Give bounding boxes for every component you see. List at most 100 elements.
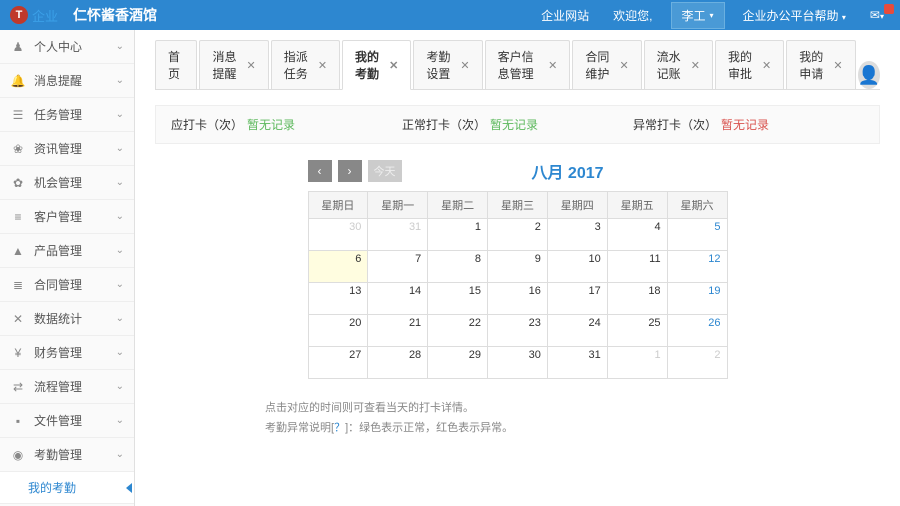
nav-item-8[interactable]: ✕数据统计⌄ (0, 302, 134, 336)
nav-item-6[interactable]: ▲产品管理⌄ (0, 234, 134, 268)
nav-item-11[interactable]: ▪文件管理⌄ (0, 404, 134, 438)
today-button[interactable]: 今天 (368, 160, 402, 182)
nav-item-3[interactable]: ❀资讯管理⌄ (0, 132, 134, 166)
calendar-day[interactable]: 29 (428, 347, 488, 379)
next-month-button[interactable]: › (338, 160, 362, 182)
close-icon[interactable]: ✕ (691, 59, 700, 72)
calendar-day[interactable]: 23 (488, 315, 548, 347)
nav-label: 资讯管理 (34, 140, 116, 157)
tab[interactable]: 我的申请 ✕ (786, 40, 855, 89)
calendar-day[interactable]: 12 (667, 251, 727, 283)
calendar-day[interactable]: 31 (368, 219, 428, 251)
calendar-day[interactable]: 20 (308, 315, 368, 347)
calendar-day[interactable]: 18 (607, 283, 667, 315)
calendar-day[interactable]: 4 (607, 219, 667, 251)
header-links: 企业网站 欢迎您, 李工▾ 企业办公平台帮助 ▾ ✉▾ (535, 2, 890, 29)
calendar-day[interactable]: 31 (547, 347, 607, 379)
calendar-day[interactable]: 30 (488, 347, 548, 379)
calendar-day[interactable]: 10 (547, 251, 607, 283)
calendar-day[interactable]: 26 (667, 315, 727, 347)
calendar-day[interactable]: 14 (368, 283, 428, 315)
staff-dropdown[interactable]: 李工▾ (671, 2, 725, 29)
calendar-day[interactable]: 17 (547, 283, 607, 315)
close-icon[interactable]: ✕ (548, 59, 557, 72)
calendar-day[interactable]: 1 (428, 219, 488, 251)
calendar-day[interactable]: 19 (667, 283, 727, 315)
nav-label: 数据统计 (34, 310, 116, 327)
tab[interactable]: 指派任务✕ (271, 40, 340, 89)
tab[interactable]: 首页 (155, 40, 197, 89)
nav-item-7[interactable]: ≣合同管理⌄ (0, 268, 134, 302)
tab-label: 流水记账 (657, 48, 685, 82)
calendar-day[interactable]: 1 (607, 347, 667, 379)
sub-item-0[interactable]: 我的考勤 (0, 472, 134, 504)
close-icon[interactable]: ✕ (247, 59, 256, 72)
tab[interactable]: 考勤设置✕ (413, 40, 482, 89)
calendar-day[interactable]: 5 (667, 219, 727, 251)
calendar-day[interactable]: 3 (547, 219, 607, 251)
nav-item-9[interactable]: ¥财务管理⌄ (0, 336, 134, 370)
calendar-day[interactable]: 28 (368, 347, 428, 379)
calendar-day[interactable]: 30 (308, 219, 368, 251)
calendar-day[interactable]: 16 (488, 283, 548, 315)
tab[interactable]: 我的考勤 ✕ (342, 40, 411, 90)
nav-item-4[interactable]: ✿机会管理⌄ (0, 166, 134, 200)
chevron-down-icon: ⌄ (116, 75, 124, 86)
app-title: 仁怀酱香酒馆 (73, 5, 535, 25)
calendar-day[interactable]: 21 (368, 315, 428, 347)
close-icon[interactable]: ✕ (318, 59, 327, 72)
prev-month-button[interactable]: ‹ (308, 160, 332, 182)
calendar-grid: 星期日星期一星期二星期三星期四星期五星期六 303112345678910111… (308, 191, 728, 379)
nav-icon: ✿ (10, 176, 26, 190)
help-question-icon[interactable]: ？ (334, 422, 345, 434)
close-icon[interactable]: ✕ (460, 59, 469, 72)
nav-item-10[interactable]: ⇄流程管理⌄ (0, 370, 134, 404)
logo-brand: 企业 (32, 6, 58, 25)
tab-label: 首页 (168, 48, 184, 82)
calendar-day[interactable]: 11 (607, 251, 667, 283)
calendar-day[interactable]: 2 (488, 219, 548, 251)
tab[interactable]: 客户信息管理✕ (485, 40, 571, 89)
tab-label: 我的考勤 (355, 48, 383, 82)
tab[interactable]: 我的审批✕ (715, 40, 784, 89)
calendar-day[interactable]: 24 (547, 315, 607, 347)
nav-item-1[interactable]: 🔔消息提醒⌄ (0, 64, 134, 98)
close-icon[interactable]: ✕ (762, 59, 771, 72)
calendar-day[interactable]: 6 (308, 251, 368, 283)
nav-item-12[interactable]: ◉考勤管理⌄ (0, 438, 134, 472)
nav-icon: ⇄ (10, 380, 26, 394)
tab[interactable]: 流水记账 ✕ (644, 40, 713, 89)
link-enterprise-site[interactable]: 企业网站 (535, 7, 595, 24)
calendar-day[interactable]: 2 (667, 347, 727, 379)
nav-icon: ≣ (10, 278, 26, 292)
tab[interactable]: 合同维护✕ (572, 40, 641, 89)
calendar-day[interactable]: 15 (428, 283, 488, 315)
calendar-day[interactable]: 25 (607, 315, 667, 347)
nav-item-2[interactable]: ☰任务管理⌄ (0, 98, 134, 132)
stat-normal: 正常打卡（次）暂无记录 (402, 116, 633, 133)
calendar-day[interactable]: 27 (308, 347, 368, 379)
close-icon[interactable]: ✕ (833, 59, 842, 72)
calendar-day[interactable]: 7 (368, 251, 428, 283)
calendar-day[interactable]: 8 (428, 251, 488, 283)
link-help[interactable]: 企业办公平台帮助 ▾ (737, 7, 852, 24)
weekday-header: 星期五 (607, 192, 667, 219)
calendar-day[interactable]: 13 (308, 283, 368, 315)
nav-item-0[interactable]: ♟个人中心⌄ (0, 30, 134, 64)
tab[interactable]: 消息提醒✕ (199, 40, 268, 89)
nav-icon: ▪ (10, 414, 26, 428)
nav-item-5[interactable]: ≡客户管理⌄ (0, 200, 134, 234)
close-icon[interactable]: ✕ (619, 59, 628, 72)
nav-label: 客户管理 (34, 208, 116, 225)
tab-label: 我的申请 (799, 48, 827, 82)
calendar-day[interactable]: 9 (488, 251, 548, 283)
chevron-down-icon: ⌄ (116, 381, 124, 392)
chevron-down-icon: ⌄ (116, 41, 124, 52)
avatar[interactable]: 👤 (858, 61, 880, 89)
stats-bar: 应打卡（次）暂无记录 正常打卡（次）暂无记录 异常打卡（次）暂无记录 (155, 105, 880, 144)
close-icon[interactable]: ✕ (389, 59, 398, 72)
mail-icon[interactable]: ✉▾ (864, 8, 890, 22)
nav-label: 考勤管理 (34, 446, 116, 463)
calendar-day[interactable]: 22 (428, 315, 488, 347)
tab-bar: 首页消息提醒✕指派任务✕我的考勤✕考勤设置✕客户信息管理✕合同维护✕流水记账✕我… (155, 40, 880, 90)
